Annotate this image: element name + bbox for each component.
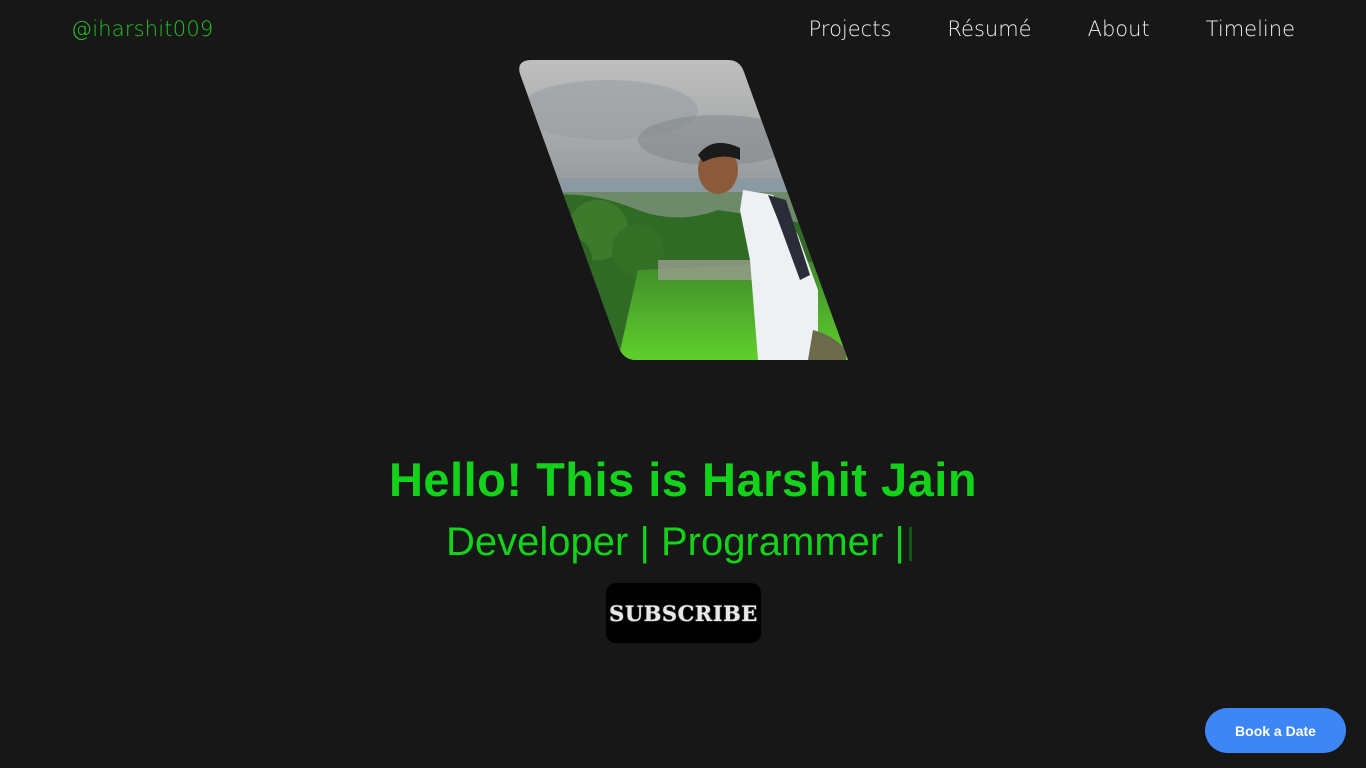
profile-photo [518, 60, 848, 360]
page: @iharshit009 Projects Résumé About Timel… [0, 0, 1366, 768]
hero-roles: Developer | Programmer | [446, 520, 912, 565]
nav-projects[interactable]: Projects [809, 17, 892, 41]
hero-title: Hello! This is Harshit Jain [388, 453, 978, 506]
typing-cursor [908, 527, 912, 562]
subscribe-label: SUBSCRIBE [609, 600, 758, 626]
main-nav: Projects Résumé About Timeline [809, 17, 1295, 41]
nav-timeline[interactable]: Timeline [1206, 17, 1295, 41]
subscribe-button[interactable]: SUBSCRIBE [606, 583, 761, 643]
brand-link[interactable]: @iharshit009 [71, 17, 213, 41]
nav-resume[interactable]: Résumé [947, 17, 1031, 41]
hero-roles-text: Developer | Programmer | [446, 520, 905, 564]
book-a-date-button[interactable]: Book a Date [1205, 708, 1346, 753]
profile-photo-image [519, 60, 848, 360]
nav-about[interactable]: About [1088, 17, 1150, 41]
